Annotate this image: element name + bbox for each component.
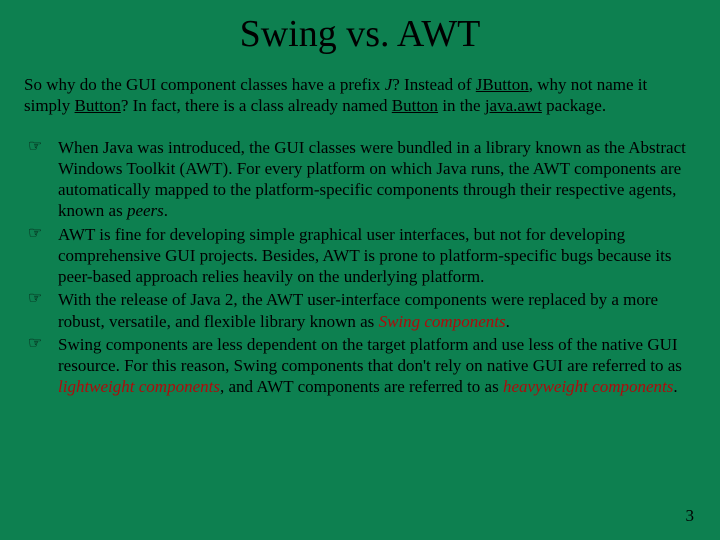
list-item: AWT is fine for developing simple graphi…: [24, 224, 696, 288]
intro-text: ? In fact, there is a class already name…: [121, 96, 392, 115]
list-item: Swing components are less dependent on t…: [24, 334, 696, 398]
jbutton-term: JButton: [476, 75, 529, 94]
bullet-text: .: [673, 377, 677, 396]
lightweight-term: lightweight components: [58, 377, 220, 396]
bullet-list: When Java was introduced, the GUI classe…: [24, 137, 696, 398]
bullet-text: , and AWT components are referred to as: [220, 377, 503, 396]
java-awt-term: java.awt: [485, 96, 542, 115]
bullet-text: With the release of Java 2, the AWT user…: [58, 290, 658, 330]
swing-components-term: Swing components: [379, 312, 506, 331]
bullet-text: .: [164, 201, 168, 220]
page-number: 3: [686, 506, 695, 526]
intro-text: in the: [438, 96, 485, 115]
intro-text: package.: [542, 96, 606, 115]
button-term: Button: [392, 96, 438, 115]
bullet-text: AWT is fine for developing simple graphi…: [58, 225, 671, 287]
intro-text: ? Instead of: [392, 75, 476, 94]
intro-text: So why do the GUI component classes have…: [24, 75, 385, 94]
heavyweight-term: heavyweight components: [503, 377, 673, 396]
intro-paragraph: So why do the GUI component classes have…: [24, 74, 696, 117]
button-term: Button: [75, 96, 121, 115]
slide-title: Swing vs. AWT: [24, 12, 696, 56]
list-item: When Java was introduced, the GUI classe…: [24, 137, 696, 222]
peers-term: peers: [127, 201, 164, 220]
list-item: With the release of Java 2, the AWT user…: [24, 289, 696, 332]
bullet-text: .: [506, 312, 510, 331]
bullet-text: Swing components are less dependent on t…: [58, 335, 682, 375]
